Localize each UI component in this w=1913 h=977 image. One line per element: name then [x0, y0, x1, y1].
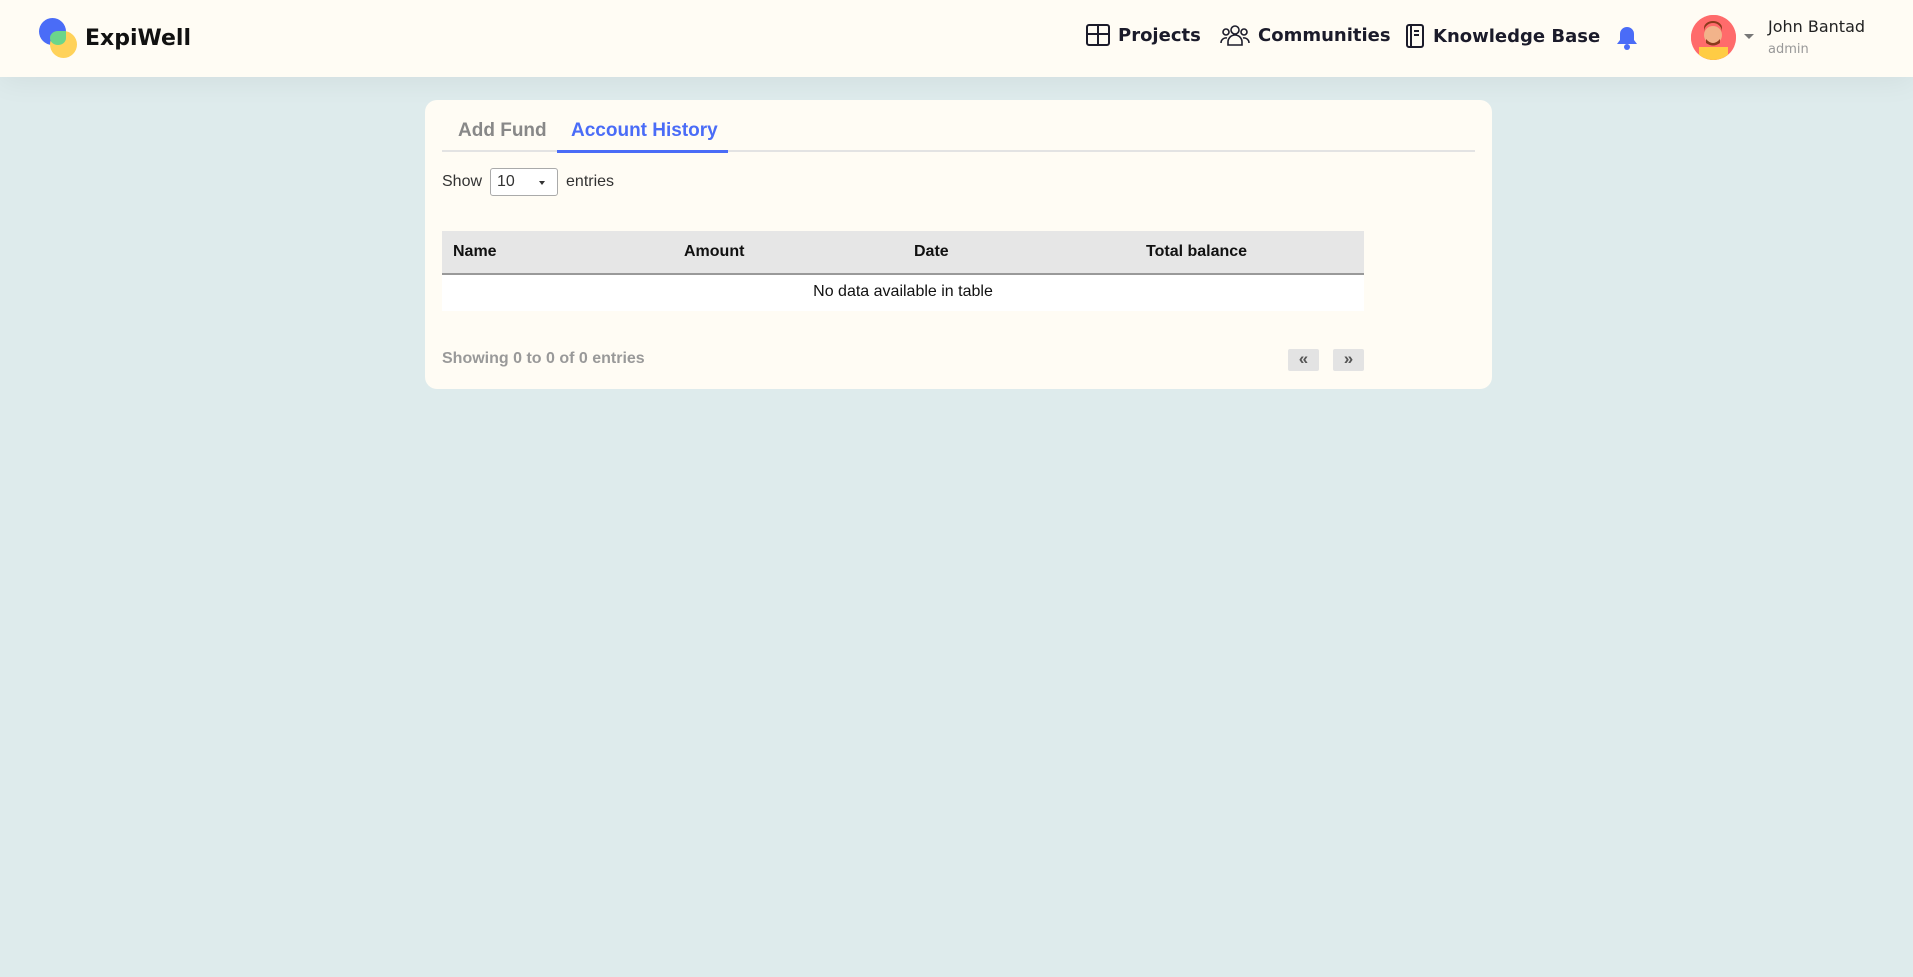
logo-icon: [39, 18, 79, 58]
top-navbar: ExpiWell Projects Communities Knowledge …: [0, 0, 1913, 77]
column-total-balance[interactable]: Total balance: [1146, 243, 1247, 261]
entries-label: entries: [566, 173, 615, 190]
brand-logo[interactable]: ExpiWell: [39, 18, 191, 58]
avatar[interactable]: [1691, 15, 1736, 60]
column-name[interactable]: Name: [453, 243, 497, 261]
previous-page-button[interactable]: «: [1288, 349, 1319, 371]
tab-add-fund[interactable]: Add Fund: [458, 120, 547, 142]
nav-knowledge-base[interactable]: Knowledge Base: [1405, 24, 1600, 48]
column-date[interactable]: Date: [914, 243, 949, 261]
nav-communities[interactable]: Communities: [1220, 24, 1391, 46]
entries-length-control: Show 10 entries: [442, 168, 614, 196]
next-page-button[interactable]: »: [1333, 349, 1364, 371]
chevron-down-icon[interactable]: [1744, 34, 1754, 39]
empty-row: No data available in table: [442, 275, 1364, 311]
nav-projects[interactable]: Projects: [1086, 24, 1201, 46]
column-amount[interactable]: Amount: [684, 243, 744, 261]
user-name[interactable]: John Bantad: [1768, 17, 1865, 36]
table-header: Name Amount Date Total balance: [442, 231, 1364, 275]
book-icon: [1406, 24, 1424, 48]
grid-icon: [1086, 24, 1110, 46]
nav-label: Communities: [1258, 24, 1391, 46]
bell-icon[interactable]: [1615, 25, 1639, 51]
users-icon: [1220, 25, 1250, 46]
show-label: Show: [442, 173, 483, 190]
tab-bar: Add Fund Account History: [442, 112, 1475, 153]
brand-name: ExpiWell: [85, 25, 191, 51]
entries-select[interactable]: 10: [490, 168, 559, 196]
entries-select-value: 10: [497, 173, 515, 190]
nav-label: Knowledge Base: [1433, 25, 1601, 47]
user-role: admin: [1768, 42, 1809, 57]
table-info: Showing 0 to 0 of 0 entries: [442, 350, 645, 367]
nav-label: Projects: [1118, 24, 1201, 46]
tab-account-history[interactable]: Account History: [557, 120, 728, 153]
history-table: Name Amount Date Total balance No data a…: [442, 231, 1364, 311]
